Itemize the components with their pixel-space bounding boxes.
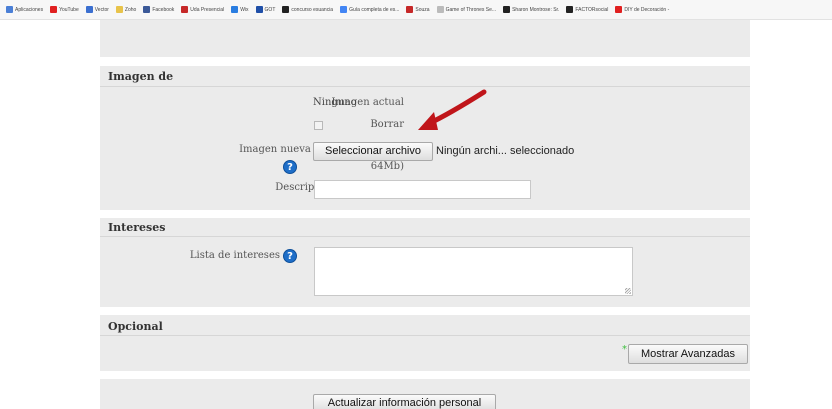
required-marker: * xyxy=(622,344,627,355)
bookmark-label: FACTORsocial xyxy=(575,6,609,13)
uda-icon xyxy=(181,6,189,13)
bookmark-label: Uda Presencial xyxy=(190,6,225,13)
interests-textarea[interactable] xyxy=(314,247,633,296)
interests-section: Intereses Lista de intereses ? xyxy=(100,218,750,307)
optional-section: Opcional * Mostrar Avanzadas xyxy=(100,315,750,371)
factor-icon xyxy=(566,6,574,13)
bookmark-item[interactable]: Aplicaciones xyxy=(6,6,43,13)
bookmark-item[interactable]: YouTube xyxy=(50,6,79,13)
bookmark-item[interactable]: Souza xyxy=(406,6,430,13)
submit-section: Actualizar información personal xyxy=(100,379,750,409)
youtube-icon xyxy=(615,6,623,13)
bookmark-label: concurso esuancia xyxy=(291,6,334,13)
bookmark-item[interactable]: Facebook xyxy=(143,6,174,13)
interests-section-legend: Intereses xyxy=(108,221,166,234)
help-icon[interactable]: ? xyxy=(283,249,297,263)
optional-section-legend: Opcional xyxy=(108,320,163,333)
bookmark-item[interactable]: Guía completa de es... xyxy=(340,6,399,13)
bookmark-label: Souza xyxy=(415,6,430,13)
bookmark-item[interactable]: Wix xyxy=(231,6,249,13)
interests-label: Lista de intereses xyxy=(189,250,280,261)
bookmark-item[interactable]: Sharon Montrose: Sr. xyxy=(503,6,559,13)
bookmark-item[interactable]: FACTORsocial xyxy=(566,6,608,13)
bookmark-label: Wix xyxy=(240,6,249,13)
top-section-block xyxy=(100,20,750,57)
got-icon xyxy=(255,6,263,13)
help-icon[interactable]: ? xyxy=(283,160,297,174)
resize-grip-icon[interactable] xyxy=(625,288,631,294)
delete-image-label: Borrar xyxy=(370,119,404,130)
bookmark-label: Facebook xyxy=(152,6,175,13)
dot-icon xyxy=(503,6,511,13)
bookmark-item[interactable]: concurso esuancia xyxy=(282,6,333,13)
bookmark-label: GOT xyxy=(264,6,276,13)
new-image-size-label: 64Mb) xyxy=(370,161,404,172)
divider xyxy=(100,335,750,336)
delete-image-checkbox[interactable] xyxy=(314,121,323,130)
bookmark-label: YouTube xyxy=(59,6,79,13)
current-image-value: Ninguno xyxy=(313,97,357,108)
bookmark-label: DIY de Decoración - xyxy=(624,6,670,13)
bookmark-item[interactable]: DIY de Decoración - xyxy=(615,6,669,13)
bookmark-label: Vector xyxy=(94,6,109,13)
google-icon xyxy=(340,6,348,13)
bookmark-item[interactable]: Uda Presencial xyxy=(181,6,224,13)
show-advanced-button[interactable]: Mostrar Avanzadas xyxy=(628,344,748,364)
bookmark-item[interactable]: Vector xyxy=(85,6,109,13)
update-personal-info-button[interactable]: Actualizar información personal xyxy=(313,394,496,409)
wix-icon xyxy=(231,6,239,13)
bookmark-item[interactable]: GOT xyxy=(255,6,276,13)
dot-icon xyxy=(282,6,290,13)
bookmark-label: Guía completa de es... xyxy=(349,6,400,13)
vector-icon xyxy=(85,6,93,13)
image-section-legend: Imagen de xyxy=(108,70,174,83)
apps-icon xyxy=(6,6,13,13)
bookmarks-bar: Aplicaciones YouTube Vector Zoho Facebook Uda… xyxy=(0,0,832,20)
youtube-icon xyxy=(50,6,58,13)
facebook-icon xyxy=(143,6,151,13)
bookmark-item[interactable]: Game of Thrones Se... xyxy=(436,6,497,13)
select-file-button[interactable]: Seleccionar archivo xyxy=(313,142,433,161)
image-description-input[interactable] xyxy=(314,180,531,199)
bookmark-label: Game of Thrones Se... xyxy=(445,6,497,13)
bookmark-item[interactable]: Zoho xyxy=(115,6,137,13)
divider xyxy=(100,236,750,237)
zoho-folder-icon xyxy=(115,6,123,13)
bookmark-label: Aplicaciones xyxy=(15,6,44,13)
annotation-arrow-icon xyxy=(418,89,487,130)
souza-icon xyxy=(406,6,414,13)
bookmark-label: Sharon Montrose: Sr. xyxy=(512,6,560,13)
bookmark-label: Zoho xyxy=(124,6,137,13)
file-status-text: Ningún archi... seleccionado xyxy=(436,145,575,157)
page-icon xyxy=(436,6,444,13)
